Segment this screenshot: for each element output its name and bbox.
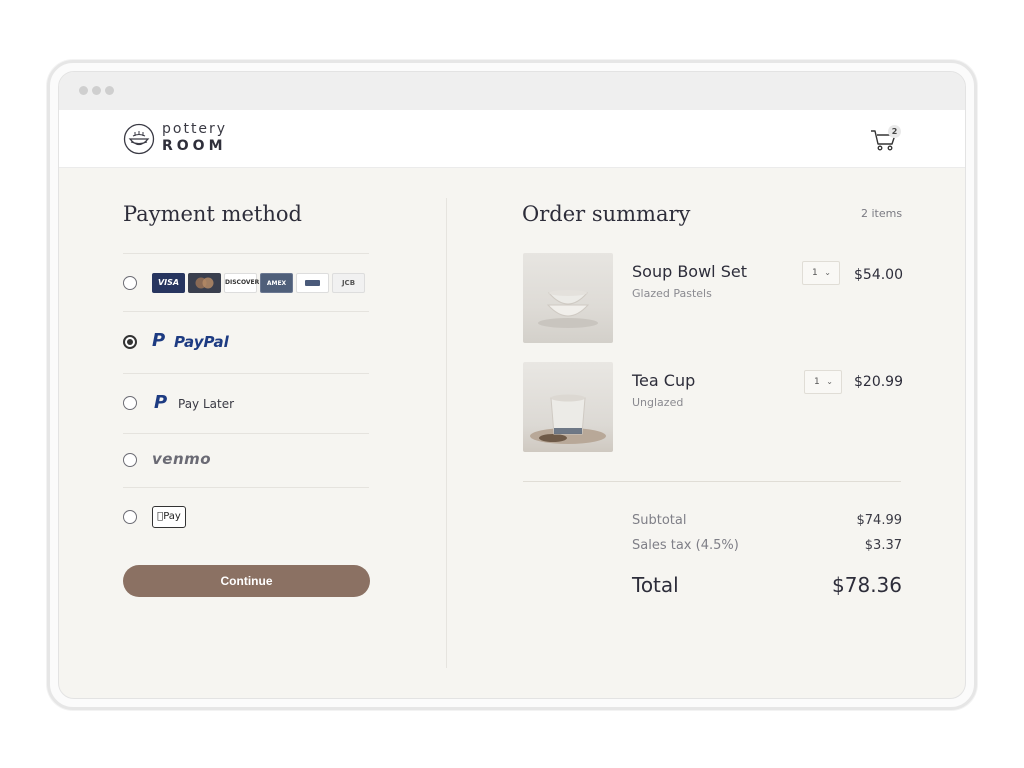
subtotal-label: Subtotal [632, 513, 687, 528]
window-titlebar [59, 72, 965, 110]
quantity-value: 1 [812, 268, 818, 278]
items-count: 2 items [861, 207, 903, 220]
applepay-radio[interactable] [123, 510, 137, 524]
item-price: $54.00 [854, 267, 903, 283]
payment-option-card[interactable]: VISA DISCOVER AMEX JCB [123, 253, 369, 311]
applepay-logo-icon: Pay [152, 506, 186, 528]
item-price: $20.99 [854, 374, 903, 390]
browser-window: pottery ROOM 2 Payment method VISA DISCO… [58, 71, 966, 699]
payment-option-applepay[interactable]: Pay [123, 487, 369, 547]
brand-name-line2: ROOM [162, 138, 227, 154]
applepay-label: Pay [160, 511, 181, 522]
cart-count-badge: 2 [888, 125, 901, 138]
diners-card-icon [296, 273, 329, 293]
paypal-logo-icon: P [152, 330, 166, 351]
continue-button[interactable]: Continue [123, 565, 370, 597]
payment-option-venmo[interactable]: venmo [123, 433, 369, 487]
total-value: $78.36 [832, 573, 902, 597]
payment-method-title: Payment method [123, 202, 302, 226]
venmo-logo-icon: venmo [152, 450, 212, 468]
paylater-radio[interactable] [123, 396, 137, 410]
venmo-radio[interactable] [123, 453, 137, 467]
window-dot-minimize[interactable] [92, 86, 101, 95]
soup-bowl-set-image[interactable] [523, 253, 613, 343]
sales-tax-value: $3.37 [864, 538, 902, 553]
visa-card-icon: VISA [152, 273, 185, 293]
total-label: Total [632, 573, 679, 597]
card-radio[interactable] [123, 276, 137, 290]
tea-cup-image[interactable] [523, 362, 613, 452]
sales-tax-label: Sales tax (4.5%) [632, 538, 739, 553]
window-dot-maximize[interactable] [105, 86, 114, 95]
paypal-label: PayPal [174, 333, 229, 351]
summary-divider [523, 481, 901, 482]
subtotal-value: $74.99 [856, 513, 903, 528]
window-dot-close[interactable] [79, 86, 88, 95]
payment-option-paypal[interactable]: P PayPal [123, 311, 369, 373]
jcb-card-icon: JCB [332, 273, 365, 293]
paypal-radio[interactable] [123, 335, 137, 349]
discover-card-icon: DISCOVER [224, 273, 259, 293]
item-name: Soup Bowl Set [632, 262, 747, 281]
quantity-value: 1 [814, 377, 820, 387]
site-header: pottery ROOM 2 [59, 110, 965, 168]
brand-name-line1: pottery [162, 121, 228, 137]
mastercard-card-icon [188, 273, 221, 293]
amex-card-icon: AMEX [260, 273, 293, 293]
order-summary-title: Order summary [522, 202, 691, 226]
paypal-logo-icon: P [154, 392, 168, 413]
item-variant: Glazed Pastels [632, 287, 712, 300]
paylater-label: Pay Later [178, 397, 235, 411]
item-variant: Unglazed [632, 396, 684, 409]
column-divider [446, 198, 447, 668]
item-name: Tea Cup [632, 371, 696, 390]
payment-option-paylater[interactable]: P Pay Later [123, 373, 369, 433]
pottery-bowl-logo-icon[interactable] [123, 123, 155, 155]
